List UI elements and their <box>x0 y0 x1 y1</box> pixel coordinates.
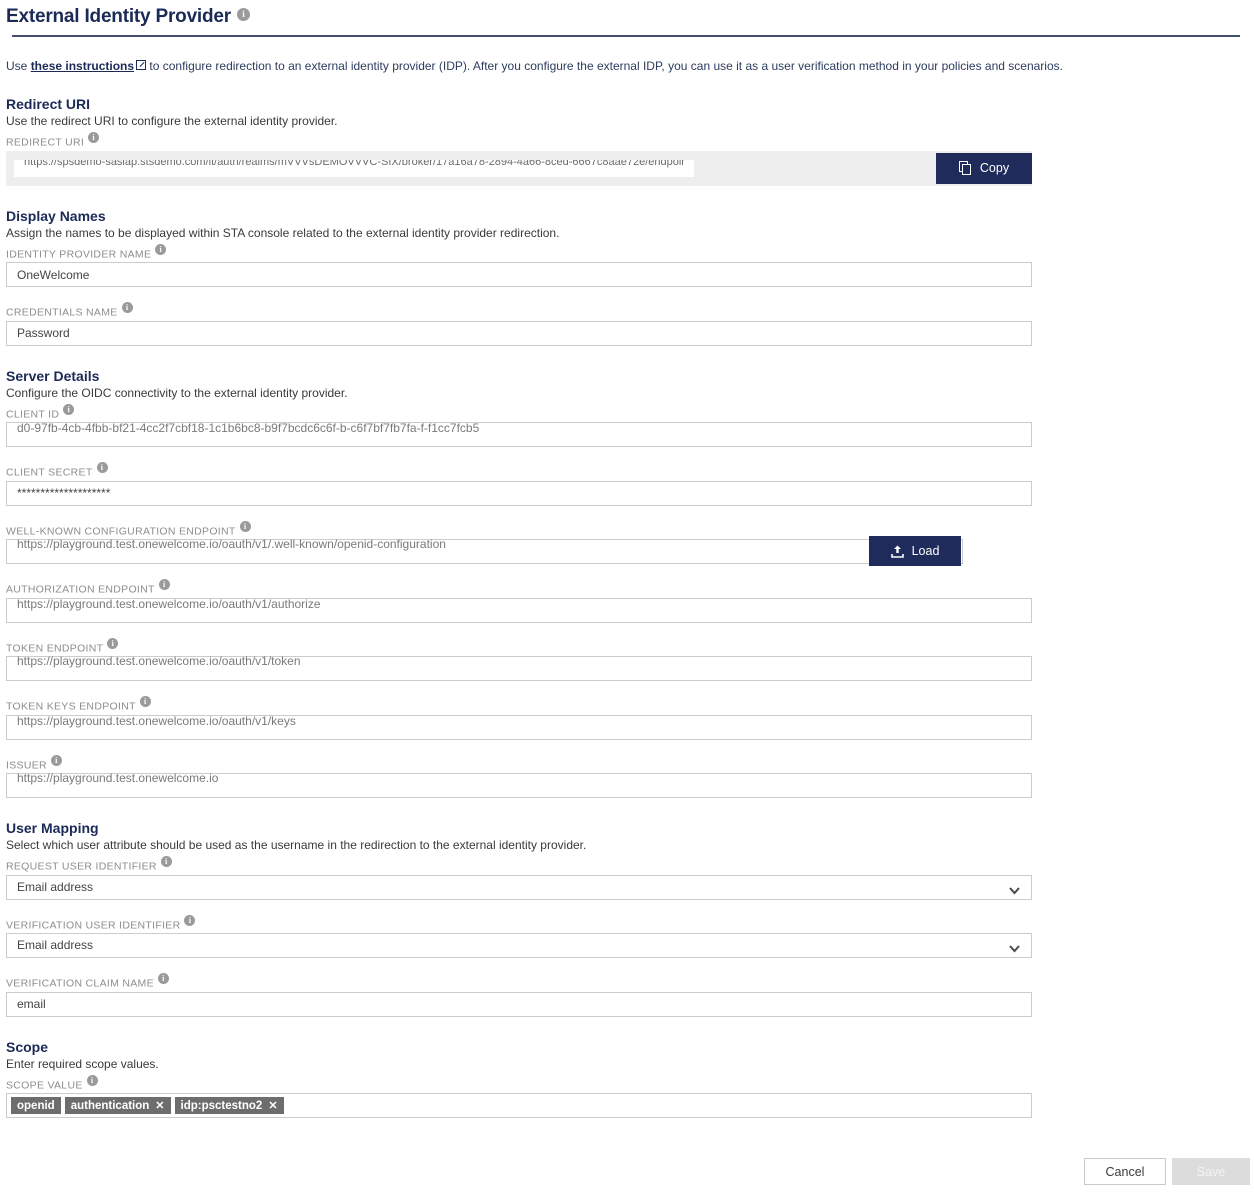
wellknown-endpoint-row: https://playground.test.onewelcome.io/oa… <box>6 536 1032 566</box>
user-mapping-title: User Mapping <box>6 820 99 836</box>
scope-tag-label: authentication <box>70 1099 150 1112</box>
verification-claim-name-info-icon[interactable]: i <box>157 973 169 984</box>
display-names-title: Display Names <box>6 207 106 224</box>
verification-user-identifier-info-icon[interactable]: i <box>184 914 196 926</box>
scope-value-label-text: SCOPE VALUE <box>6 1079 83 1091</box>
copy-button[interactable]: Copy <box>936 152 1032 184</box>
request-user-identifier-label-text: REQUEST USER IDENTIFIER <box>6 860 157 873</box>
form-actions: Cancel Save <box>1084 1158 1250 1185</box>
client-id-info-icon[interactable]: i <box>63 403 75 415</box>
identity-provider-name-info-icon[interactable]: i <box>155 243 167 255</box>
client-secret-label: CLIENT SECRET i <box>6 462 1248 479</box>
redirect-uri-label-text: REDIRECT URI <box>6 136 85 149</box>
redirect-uri-title: Redirect URI <box>6 96 91 112</box>
redirect-uri-row: https://spsdemo-sasiap.stsdemo.com/it/au… <box>6 150 1032 186</box>
redirect-uri-info-icon[interactable]: i <box>88 132 100 143</box>
request-user-identifier-info-icon[interactable]: i <box>160 856 172 867</box>
token-keys-endpoint-value: https://playground.test.onewelcome.io/oa… <box>17 713 296 728</box>
client-secret-input[interactable] <box>6 480 1032 506</box>
instructions-link[interactable]: these instructions <box>31 59 134 73</box>
client-secret-label-text: CLIENT SECRET <box>6 466 93 479</box>
section-user-mapping: User Mapping Select which user attribute… <box>0 820 1254 1017</box>
section-scope: Scope Enter required scope values. SCOPE… <box>0 1038 1254 1118</box>
credentials-name-label-text: CREDENTIALS NAME <box>6 306 118 319</box>
user-mapping-subtitle: Select which user attribute should be us… <box>6 838 587 852</box>
page-header: External Identity Provider i <box>0 0 1254 43</box>
scope-title: Scope <box>6 1038 49 1055</box>
authorization-endpoint-value: https://playground.test.onewelcome.io/oa… <box>17 596 321 611</box>
page-title-info-icon[interactable]: i <box>236 7 250 21</box>
scope-subtitle: Enter required scope values. <box>6 1056 159 1071</box>
server-details-title: Server Details <box>6 367 100 384</box>
save-button: Save <box>1172 1158 1250 1185</box>
copy-icon <box>958 161 972 175</box>
scope-value-label: SCOPE VALUE i <box>6 1074 1248 1091</box>
verification-user-identifier-select[interactable]: Email address <box>6 933 1032 958</box>
intro-suffix: to configure redirection to an external … <box>146 59 1063 73</box>
issuer-value: https://playground.test.onewelcome.io <box>17 771 219 785</box>
server-details-subtitle: Configure the OIDC connectivity to the e… <box>6 385 348 400</box>
token-keys-endpoint-input[interactable]: https://playground.test.onewelcome.io/oa… <box>6 714 1032 740</box>
token-endpoint-input[interactable]: https://playground.test.onewelcome.io/oa… <box>6 654 1032 681</box>
load-button-label: Load <box>911 544 940 558</box>
upload-icon <box>890 545 904 558</box>
request-user-identifier-select-wrap: Email address <box>6 874 1032 900</box>
section-server-details: Server Details Configure the OIDC connec… <box>0 367 1254 798</box>
verification-user-identifier-select-wrap: Email address <box>6 933 1032 958</box>
title-divider <box>12 35 1240 37</box>
credentials-name-info-icon[interactable]: i <box>121 302 133 313</box>
remove-scope-tag-icon[interactable]: ✕ <box>155 1099 164 1113</box>
verification-claim-name-label-text: VERIFICATION CLAIM NAME <box>6 977 154 990</box>
intro-text: Use these instructions to configure redi… <box>0 43 1254 74</box>
scope-tag[interactable]: idp:psctestno2 ✕ <box>174 1097 284 1114</box>
page-title: External Identity Provider <box>6 6 231 27</box>
wellknown-endpoint-input[interactable]: https://playground.test.onewelcome.io/oa… <box>6 537 963 564</box>
load-button[interactable]: Load <box>869 536 961 566</box>
token-keys-endpoint-info-icon[interactable]: i <box>139 696 151 707</box>
verification-claim-name-input[interactable] <box>6 991 1032 1017</box>
cancel-button[interactable]: Cancel <box>1084 1158 1166 1185</box>
client-secret-info-icon[interactable]: i <box>96 462 108 473</box>
wellknown-endpoint-info-icon[interactable]: i <box>239 520 251 532</box>
request-user-identifier-select[interactable]: Email address <box>6 874 1032 900</box>
remove-scope-tag-icon[interactable]: ✕ <box>268 1099 277 1113</box>
section-redirect-uri: Redirect URI Use the redirect URI to con… <box>0 96 1254 186</box>
verification-user-identifier-label: VERIFICATION USER IDENTIFIER i <box>6 914 1248 931</box>
client-id-value: d0-97fb-4cb-4fbb-bf21-4cc2f7cbf18-1c1b6b… <box>17 421 480 435</box>
redirect-uri-subtitle: Use the redirect URI to configure the ex… <box>6 114 338 128</box>
client-id-input[interactable]: d0-97fb-4cb-4fbb-bf21-4cc2f7cbf18-1c1b6b… <box>6 421 1032 447</box>
credentials-name-input[interactable] <box>6 320 1032 346</box>
external-idp-settings-page: External Identity Provider i Use these in… <box>0 0 1254 1192</box>
token-endpoint-info-icon[interactable]: i <box>107 637 119 649</box>
scope-value-input[interactable]: openid authentication ✕ idp:psctestno2 ✕ <box>6 1093 1032 1118</box>
request-user-identifier-label: REQUEST USER IDENTIFIER i <box>6 856 1248 873</box>
scope-value-info-icon[interactable]: i <box>86 1074 98 1086</box>
identity-provider-name-label: IDENTITY PROVIDER NAME i <box>6 243 1248 260</box>
issuer-input[interactable]: https://playground.test.onewelcome.io <box>6 771 1032 798</box>
identity-provider-name-label-text: IDENTITY PROVIDER NAME <box>6 248 152 260</box>
verification-claim-name-label: VERIFICATION CLAIM NAME i <box>6 973 1248 990</box>
issuer-info-icon[interactable]: i <box>50 754 62 766</box>
redirect-uri-value: https://spsdemo-sasiap.stsdemo.com/it/au… <box>24 159 684 168</box>
scope-tag-label: idp:psctestno2 <box>180 1099 263 1112</box>
token-endpoint-value: https://playground.test.onewelcome.io/oa… <box>17 654 301 668</box>
scope-tag[interactable]: openid <box>11 1097 61 1114</box>
section-display-names: Display Names Assign the names to be dis… <box>0 208 1254 346</box>
redirect-uri-input[interactable]: https://spsdemo-sasiap.stsdemo.com/it/au… <box>14 159 694 177</box>
authorization-endpoint-info-icon[interactable]: i <box>158 579 170 590</box>
credentials-name-label: CREDENTIALS NAME i <box>6 302 1248 319</box>
scope-tag-label: openid <box>17 1099 55 1112</box>
intro-prefix: Use <box>6 59 31 73</box>
display-names-subtitle: Assign the names to be displayed within … <box>6 225 560 240</box>
identity-provider-name-input[interactable] <box>6 262 1032 287</box>
verification-user-identifier-label-text: VERIFICATION USER IDENTIFIER <box>6 919 181 931</box>
redirect-uri-label: REDIRECT URI i <box>6 132 1248 149</box>
authorization-endpoint-input[interactable]: https://playground.test.onewelcome.io/oa… <box>6 597 1032 623</box>
scope-tag[interactable]: authentication ✕ <box>64 1097 171 1114</box>
copy-button-label: Copy <box>979 161 1010 175</box>
external-link-icon <box>136 60 147 70</box>
wellknown-endpoint-value: https://playground.test.onewelcome.io/oa… <box>17 537 446 551</box>
